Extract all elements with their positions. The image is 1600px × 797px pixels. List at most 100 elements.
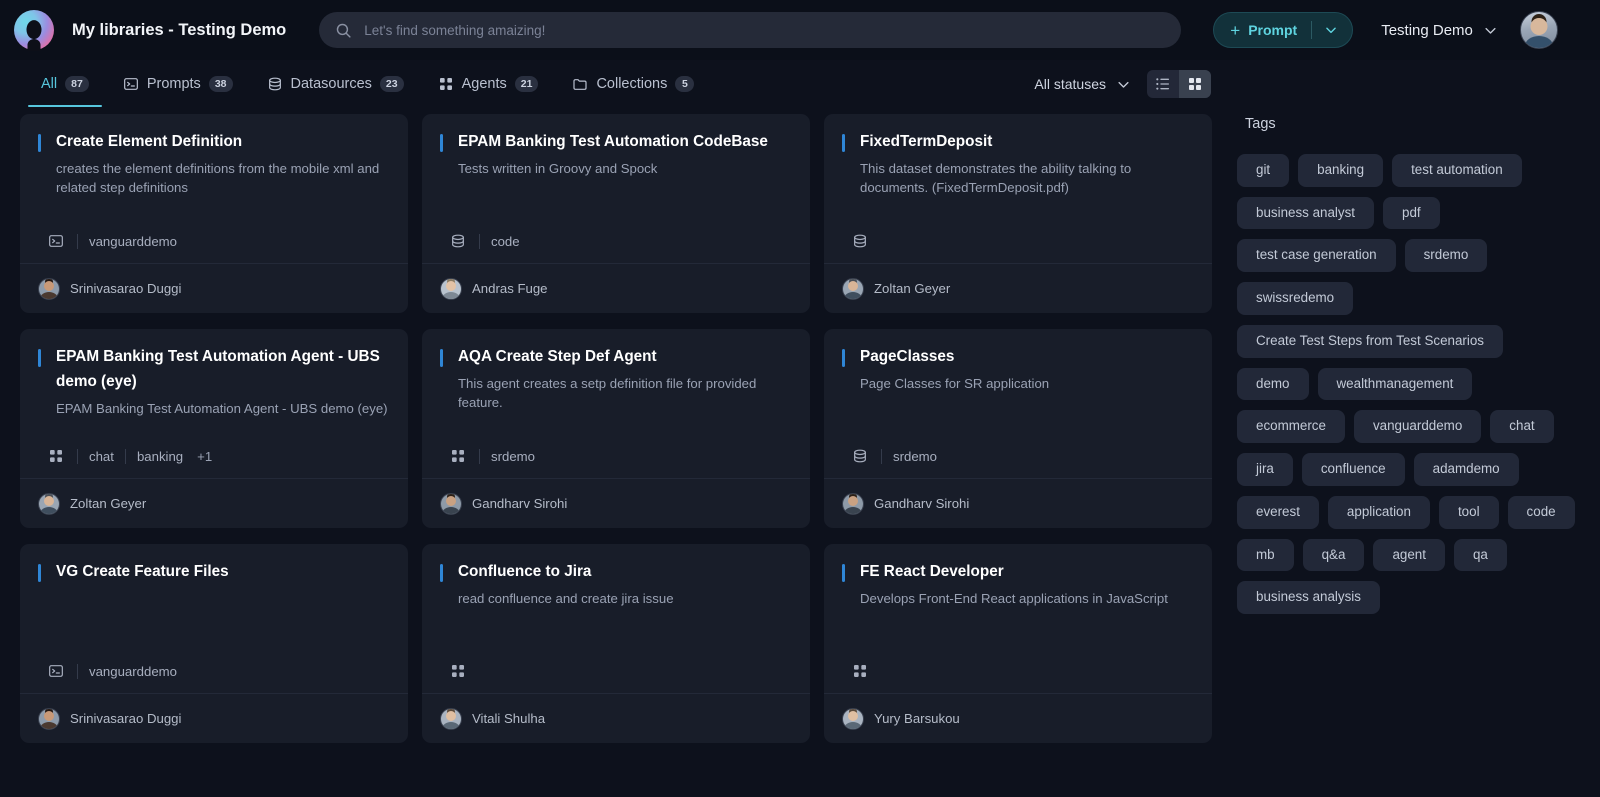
account-name[interactable]: Testing Demo	[1381, 22, 1473, 39]
card-footer: Srinivasarao Duggi	[20, 263, 408, 313]
card-tag[interactable]: vanguarddemo	[89, 664, 177, 679]
card-footer: Andras Fuge	[422, 263, 810, 313]
tab-label: Prompts	[146, 76, 201, 92]
card-title: EPAM Banking Test Automation CodeBase	[440, 130, 792, 155]
search-bar[interactable]	[319, 12, 1182, 48]
card-body: AQA Create Step Def Agent This agent crea…	[422, 329, 810, 478]
tag-pill[interactable]: ecommerce	[1237, 410, 1345, 444]
list-view-button[interactable]	[1147, 70, 1179, 98]
tag-pill[interactable]: test automation	[1392, 154, 1522, 187]
library-card[interactable]: AQA Create Step Def Agent This agent crea…	[422, 329, 810, 528]
tag-pill[interactable]: swissredemo	[1237, 282, 1354, 315]
tag-pill[interactable]: agent	[1373, 538, 1445, 572]
database-icon	[267, 76, 283, 92]
tag-pill[interactable]: mb	[1237, 538, 1294, 572]
card-body: FixedTermDeposit This dataset demonstrate…	[824, 114, 1212, 263]
avatar	[38, 277, 60, 300]
tag-pill[interactable]: jira	[1237, 453, 1293, 486]
card-tag-row	[842, 233, 1194, 249]
card-description: read confluence and create jira issue	[458, 590, 674, 606]
tag-pill[interactable]: business analyst	[1237, 196, 1374, 230]
avatar	[842, 277, 864, 300]
search-icon	[335, 22, 352, 39]
card-tag[interactable]: banking	[137, 449, 183, 464]
avatar	[38, 707, 60, 730]
tab-label: All	[41, 76, 58, 92]
database-icon	[850, 448, 870, 464]
library-card[interactable]: FixedTermDeposit This dataset demonstrate…	[824, 114, 1212, 313]
tag-pill[interactable]: chat	[1490, 410, 1554, 444]
library-cards-region: Create Element Definition creates the ele…	[0, 108, 1229, 797]
library-card[interactable]: PageClasses Page Classes for SR applicati…	[824, 329, 1212, 528]
grid-view-button[interactable]	[1179, 70, 1211, 98]
avatar	[440, 707, 462, 730]
chevron-down-icon[interactable]	[1322, 21, 1340, 39]
card-author: Zoltan Geyer	[874, 281, 951, 296]
card-description: creates the element definitions from the…	[56, 160, 380, 196]
card-footer: Yury Barsukou	[824, 693, 1212, 743]
tab-datasources[interactable]: Datasources 23	[250, 61, 421, 107]
card-tag[interactable]: srdemo	[491, 449, 535, 464]
library-card[interactable]: EPAM Banking Test Automation Agent - UBS…	[20, 329, 408, 528]
terminal-icon	[46, 233, 66, 249]
tag-pill[interactable]: qa	[1453, 538, 1507, 572]
library-card[interactable]: Confluence to Jira read confluence and cr…	[422, 544, 810, 743]
card-tag-overflow[interactable]: +1	[197, 449, 212, 464]
new-prompt-button[interactable]: + Prompt	[1213, 12, 1354, 48]
tag-pill[interactable]: confluence	[1301, 453, 1405, 486]
search-input[interactable]	[364, 22, 1166, 38]
tag-pill[interactable]: Create Test Steps from Test Scenarios	[1237, 324, 1503, 358]
card-description: Tests written in Groovy and Spock	[458, 160, 658, 176]
tag-pill[interactable]: q&a	[1302, 538, 1365, 572]
library-card[interactable]: FE React Developer Develops Front-End Rea…	[824, 544, 1212, 743]
card-title: Confluence to Jira	[440, 560, 792, 585]
tab-all[interactable]: All 87	[24, 61, 106, 107]
card-author: Andras Fuge	[472, 281, 548, 296]
tag-pill[interactable]: code	[1507, 495, 1575, 529]
status-filter-dropdown[interactable]: All statuses	[1034, 76, 1131, 92]
content-type-tabbar: All 87 Prompts 38 Datasources 23 Agents 21 Colle…	[0, 60, 1600, 108]
grid-squares-icon	[448, 663, 468, 679]
tag-pill[interactable]: srdemo	[1404, 239, 1488, 273]
tag-pill[interactable]: pdf	[1383, 196, 1440, 230]
divider	[1311, 21, 1313, 39]
page-title: My libraries - Testing Demo	[72, 20, 287, 39]
tag-pill[interactable]: application	[1327, 495, 1430, 529]
toolbar-right: All statuses	[1034, 70, 1211, 98]
tab-collections[interactable]: Collections 5	[555, 61, 711, 107]
tab-prompts[interactable]: Prompts 38	[106, 61, 250, 107]
card-tag[interactable]: vanguarddemo	[89, 234, 177, 249]
card-tag[interactable]: chat	[89, 449, 114, 464]
tag-pill[interactable]: git	[1237, 154, 1290, 187]
card-title: VG Create Feature Files	[38, 560, 390, 585]
tag-pill[interactable]: everest	[1237, 495, 1319, 529]
card-tag-row	[440, 663, 792, 679]
card-description: This agent creates a setp definition fil…	[458, 375, 757, 411]
grid-squares-icon	[850, 663, 870, 679]
library-card[interactable]: EPAM Banking Test Automation CodeBase Tes…	[422, 114, 810, 313]
card-tag[interactable]: code	[491, 234, 520, 249]
card-author: Gandharv Sirohi	[874, 496, 970, 511]
tag-pill[interactable]: adamdemo	[1413, 453, 1519, 486]
card-tag[interactable]: srdemo	[893, 449, 937, 464]
tag-pill[interactable]: wealthmanagement	[1317, 367, 1473, 401]
tag-pill[interactable]: business analysis	[1237, 581, 1380, 615]
plus-icon: +	[1230, 20, 1241, 40]
app-logo-icon	[14, 10, 54, 50]
user-avatar[interactable]	[1519, 11, 1558, 49]
tag-pill[interactable]: tool	[1438, 495, 1499, 529]
tab-agents[interactable]: Agents 21	[421, 61, 556, 107]
card-body: PageClasses Page Classes for SR applicati…	[824, 329, 1212, 478]
library-card[interactable]: Create Element Definition creates the ele…	[20, 114, 408, 313]
account-chevron-down-icon[interactable]	[1483, 23, 1498, 38]
library-card[interactable]: VG Create Feature Files vanguarddemo Srini…	[20, 544, 408, 743]
tag-pill[interactable]: demo	[1237, 367, 1309, 401]
card-body: Create Element Definition creates the ele…	[20, 114, 408, 263]
tag-pill[interactable]: vanguarddemo	[1353, 410, 1482, 444]
card-body: Confluence to Jira read confluence and cr…	[422, 544, 810, 693]
tag-pill[interactable]: banking	[1298, 154, 1384, 187]
tag-pill[interactable]: test case generation	[1237, 239, 1396, 273]
divider	[77, 663, 78, 679]
card-footer: Gandharv Sirohi	[824, 478, 1212, 528]
card-tag-row: vanguarddemo	[38, 233, 390, 249]
